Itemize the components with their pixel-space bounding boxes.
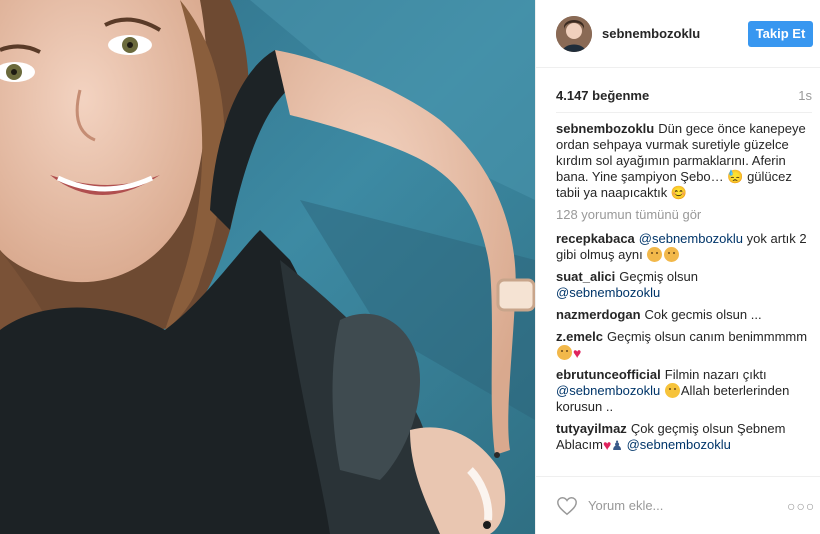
caption: sebnembozoklu Dün gece önce kanepeye orda…	[556, 121, 810, 201]
person-emoji-icon: ♟	[611, 438, 623, 453]
follow-button[interactable]: Takip Et	[748, 20, 813, 47]
likes-count[interactable]: 4.147 beğenme	[556, 88, 649, 103]
divider	[556, 112, 812, 113]
likes-row: 4.147 beğenme 1s	[556, 84, 812, 106]
comment-item: ebrutunceofficial Filmin nazarı çıktı @se…	[556, 367, 810, 415]
avatar-image	[556, 15, 592, 52]
comments-list[interactable]: sebnembozoklu Dün gece önce kanepeye orda…	[556, 121, 810, 476]
comment-footer: ○○○	[536, 476, 820, 534]
like-heart-icon[interactable]	[556, 495, 578, 517]
comment-item: tutyayilmaz Çok geçmiş olsun Şebnem Ablac…	[556, 421, 810, 454]
comment-mention[interactable]: @sebnembozoklu	[627, 437, 731, 452]
caption-username[interactable]: sebnembozoklu	[556, 121, 654, 136]
comment-text: Geçmiş olsun canım benimmmmm	[606, 329, 808, 344]
comment-item: suat_alici Geçmiş olsun @sebnembozoklu	[556, 269, 810, 301]
post-photo[interactable]	[0, 0, 535, 534]
instagram-post: sebnembozoklu Takip Et 4.147 beğenme 1s …	[0, 0, 820, 534]
kiss-emoji-icon	[664, 383, 680, 398]
comment-username[interactable]: suat_alici	[556, 269, 615, 284]
comment-text: Filmin nazarı çıktı	[664, 367, 767, 382]
post-time[interactable]: 1s	[798, 88, 812, 103]
comment-mention[interactable]: @sebnembozoklu	[639, 231, 743, 246]
post-side-panel: sebnembozoklu Takip Et 4.147 beğenme 1s …	[535, 0, 820, 534]
more-options-icon[interactable]: ○○○	[787, 498, 814, 514]
comment-username[interactable]: recepkabaca	[556, 231, 635, 246]
comment-item: recepkabaca @sebnembozoklu yok artık 2 gi…	[556, 231, 810, 263]
comment-username[interactable]: nazmerdogan	[556, 307, 641, 322]
comment-text: Geçmiş olsun	[619, 269, 699, 284]
comment-item: z.emelc Geçmiş olsun canım benimmmmm ♥	[556, 329, 810, 361]
heart-emoji-icon: ♥	[573, 345, 582, 361]
avatar[interactable]	[556, 15, 592, 52]
comment-mention[interactable]: @sebnembozoklu	[556, 383, 660, 398]
comment-item: nazmerdogan Cok gecmis olsun ...	[556, 307, 810, 323]
comment-mention[interactable]: @sebnembozoklu	[556, 285, 660, 300]
comment-username[interactable]: ebrutunceofficial	[556, 367, 661, 382]
comment-input[interactable]	[588, 494, 787, 517]
sad-emoji-icon	[664, 247, 680, 262]
header-username[interactable]: sebnembozoklu	[602, 26, 748, 41]
comment-username[interactable]: tutyayilmaz	[556, 421, 627, 436]
comment-username[interactable]: z.emelc	[556, 329, 603, 344]
heart-emoji-icon: ♥	[602, 437, 612, 453]
sad-emoji-icon	[647, 247, 663, 262]
sad-emoji-icon	[557, 345, 572, 360]
comment-text: Cok gecmis olsun ...	[644, 307, 762, 322]
post-header: sebnembozoklu Takip Et	[536, 0, 820, 68]
photo-image	[0, 0, 535, 534]
view-all-comments-link[interactable]: 128 yorumun tümünü gör	[556, 207, 810, 223]
